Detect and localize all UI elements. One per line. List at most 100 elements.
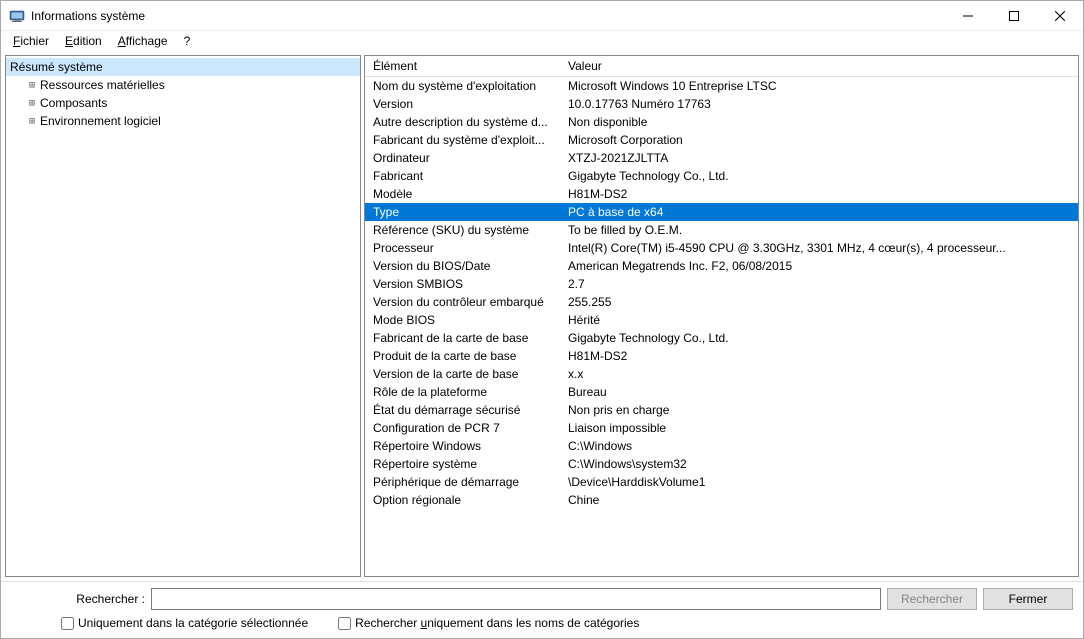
tree-item-label: Ressources matérielles	[40, 78, 165, 92]
expand-icon[interactable]: ⊞	[26, 97, 38, 109]
check-names-input[interactable]	[338, 617, 351, 630]
menu-file[interactable]: Fichier	[5, 32, 57, 50]
close-button[interactable]	[1037, 1, 1083, 30]
cell-value: C:\Windows\system32	[560, 455, 1078, 473]
cell-element: Configuration de PCR 7	[365, 419, 560, 437]
detail-pane: Élément Valeur Nom du système d'exploita…	[364, 55, 1079, 577]
cell-element: Modèle	[365, 185, 560, 203]
search-button[interactable]: Rechercher	[887, 588, 977, 610]
table-row[interactable]: Référence (SKU) du systèmeTo be filled b…	[365, 221, 1078, 239]
tree-pane[interactable]: Résumé système ⊞Ressources matérielles⊞C…	[5, 55, 361, 577]
cell-element: Version du BIOS/Date	[365, 257, 560, 275]
check-selected-input[interactable]	[61, 617, 74, 630]
cell-element: Répertoire système	[365, 455, 560, 473]
cell-value: XTZJ-2021ZJLTTA	[560, 149, 1078, 167]
search-label: Rechercher :	[11, 592, 145, 606]
table-row[interactable]: Nom du système d'exploitationMicrosoft W…	[365, 77, 1078, 96]
cell-value: Hérité	[560, 311, 1078, 329]
cell-value: Intel(R) Core(TM) i5-4590 CPU @ 3.30GHz,…	[560, 239, 1078, 257]
table-row[interactable]: Répertoire WindowsC:\Windows	[365, 437, 1078, 455]
footer: Rechercher : Rechercher Fermer Uniquemen…	[1, 581, 1083, 638]
cell-element: Produit de la carte de base	[365, 347, 560, 365]
cell-value: H81M-DS2	[560, 347, 1078, 365]
check-selected-category[interactable]: Uniquement dans la catégorie sélectionné…	[61, 616, 308, 630]
window-controls	[945, 1, 1083, 30]
table-row[interactable]: Produit de la carte de baseH81M-DS2	[365, 347, 1078, 365]
cell-element: Répertoire Windows	[365, 437, 560, 455]
table-row[interactable]: Autre description du système d...Non dis…	[365, 113, 1078, 131]
check-row: Uniquement dans la catégorie sélectionné…	[11, 616, 1073, 630]
table-row[interactable]: Version du contrôleur embarqué255.255	[365, 293, 1078, 311]
table-row[interactable]: OrdinateurXTZJ-2021ZJLTTA	[365, 149, 1078, 167]
cell-value: 2.7	[560, 275, 1078, 293]
cell-value: 255.255	[560, 293, 1078, 311]
menu-help[interactable]: ?	[176, 32, 199, 50]
menu-edit[interactable]: Edition	[57, 32, 110, 50]
cell-value: Gigabyte Technology Co., Ltd.	[560, 167, 1078, 185]
tree-root-label: Résumé système	[10, 60, 103, 74]
table-row[interactable]: FabricantGigabyte Technology Co., Ltd.	[365, 167, 1078, 185]
table-row[interactable]: Rôle de la plateformeBureau	[365, 383, 1078, 401]
maximize-button[interactable]	[991, 1, 1037, 30]
table-row[interactable]: Mode BIOSHérité	[365, 311, 1078, 329]
expand-icon[interactable]: ⊞	[26, 79, 38, 91]
table-row[interactable]: ModèleH81M-DS2	[365, 185, 1078, 203]
cell-element: Rôle de la plateforme	[365, 383, 560, 401]
table-row[interactable]: Fabricant de la carte de baseGigabyte Te…	[365, 329, 1078, 347]
cell-element: État du démarrage sécurisé	[365, 401, 560, 419]
close-footer-button[interactable]: Fermer	[983, 588, 1073, 610]
cell-value: \Device\HarddiskVolume1	[560, 473, 1078, 491]
detail-scroll[interactable]: Élément Valeur Nom du système d'exploita…	[365, 56, 1078, 576]
check-category-names[interactable]: Rechercher uniquement dans les noms de c…	[338, 616, 639, 630]
table-row[interactable]: ProcesseurIntel(R) Core(TM) i5-4590 CPU …	[365, 239, 1078, 257]
cell-element: Mode BIOS	[365, 311, 560, 329]
cell-element: Fabricant de la carte de base	[365, 329, 560, 347]
table-row[interactable]: Version du BIOS/DateAmerican Megatrends …	[365, 257, 1078, 275]
cell-element: Version de la carte de base	[365, 365, 560, 383]
cell-element: Fabricant	[365, 167, 560, 185]
menu-view[interactable]: Affichage	[110, 32, 176, 50]
cell-element: Fabricant du système d'exploit...	[365, 131, 560, 149]
table-row[interactable]: Option régionaleChine	[365, 491, 1078, 509]
column-header-element[interactable]: Élément	[365, 56, 560, 77]
check-selected-label: Uniquement dans la catégorie sélectionné…	[78, 616, 308, 630]
search-row: Rechercher : Rechercher Fermer	[11, 588, 1073, 610]
tree-root[interactable]: Résumé système	[6, 58, 360, 76]
cell-value: Liaison impossible	[560, 419, 1078, 437]
cell-element: Périphérique de démarrage	[365, 473, 560, 491]
cell-element: Version	[365, 95, 560, 113]
table-row[interactable]: Fabricant du système d'exploit...Microso…	[365, 131, 1078, 149]
cell-element: Ordinateur	[365, 149, 560, 167]
table-row[interactable]: Version SMBIOS2.7	[365, 275, 1078, 293]
window-title: Informations système	[31, 9, 945, 23]
table-row[interactable]: Configuration de PCR 7Liaison impossible	[365, 419, 1078, 437]
minimize-button[interactable]	[945, 1, 991, 30]
table-row[interactable]: Version de la carte de basex.x	[365, 365, 1078, 383]
cell-element: Type	[365, 203, 560, 221]
detail-table: Élément Valeur Nom du système d'exploita…	[365, 56, 1078, 509]
titlebar: Informations système	[1, 1, 1083, 31]
cell-value: PC à base de x64	[560, 203, 1078, 221]
cell-value: Gigabyte Technology Co., Ltd.	[560, 329, 1078, 347]
cell-element: Version du contrôleur embarqué	[365, 293, 560, 311]
cell-value: Chine	[560, 491, 1078, 509]
tree-item[interactable]: ⊞Environnement logiciel	[6, 112, 360, 130]
table-row[interactable]: Répertoire systèmeC:\Windows\system32	[365, 455, 1078, 473]
cell-value: Microsoft Corporation	[560, 131, 1078, 149]
search-input[interactable]	[151, 588, 881, 610]
table-row[interactable]: État du démarrage sécuriséNon pris en ch…	[365, 401, 1078, 419]
content-area: Résumé système ⊞Ressources matérielles⊞C…	[1, 51, 1083, 581]
cell-value: C:\Windows	[560, 437, 1078, 455]
expand-icon[interactable]: ⊞	[26, 115, 38, 127]
column-header-value[interactable]: Valeur	[560, 56, 1078, 77]
table-row[interactable]: TypePC à base de x64	[365, 203, 1078, 221]
tree-item[interactable]: ⊞Ressources matérielles	[6, 76, 360, 94]
cell-value: American Megatrends Inc. F2, 06/08/2015	[560, 257, 1078, 275]
table-row[interactable]: Périphérique de démarrage\Device\Harddis…	[365, 473, 1078, 491]
menubar: Fichier Edition Affichage ?	[1, 31, 1083, 51]
tree-item[interactable]: ⊞Composants	[6, 94, 360, 112]
table-row[interactable]: Version10.0.17763 Numéro 17763	[365, 95, 1078, 113]
cell-value: Microsoft Windows 10 Entreprise LTSC	[560, 77, 1078, 96]
check-names-label: Rechercher uniquement dans les noms de c…	[355, 616, 639, 630]
tree-item-label: Environnement logiciel	[40, 114, 161, 128]
